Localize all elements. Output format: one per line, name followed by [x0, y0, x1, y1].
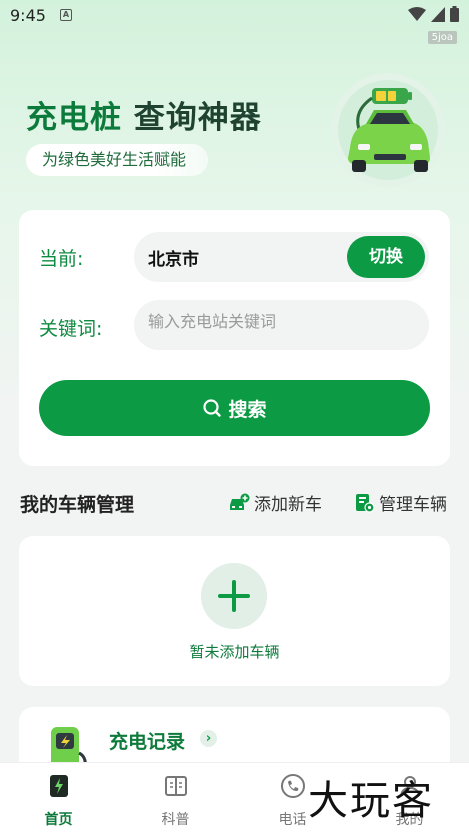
signal-icon — [431, 6, 445, 22]
add-vehicle-label: 添加新车 — [254, 495, 322, 515]
notification-a-icon: A — [60, 9, 72, 21]
keyword-label: 关键词: — [39, 318, 103, 340]
keyword-field — [134, 300, 429, 350]
watermark-logo: 大玩客 — [308, 778, 434, 824]
hero-title-dark: 查询神器 — [133, 100, 262, 136]
status-icons — [408, 6, 459, 22]
add-vehicle-button[interactable]: 添加新车 — [228, 490, 322, 515]
chevron-right-icon: › — [200, 730, 217, 747]
hero-title-green: 充电桩 — [26, 100, 122, 136]
book-icon — [164, 776, 187, 796]
phone-icon — [280, 774, 305, 798]
home-charge-icon — [49, 775, 68, 797]
manage-vehicle-button[interactable]: 管理车辆 — [355, 490, 447, 515]
search-button[interactable]: 搜索 — [39, 380, 430, 436]
add-car-icon — [230, 493, 250, 510]
search-button-label: 搜索 — [228, 398, 267, 421]
vehicle-section-title: 我的车辆管理 — [20, 494, 135, 516]
tab-home-label: 首页 — [44, 812, 73, 828]
hero-title: 充电桩 查询神器 — [26, 92, 262, 137]
tab-science[interactable]: 科普 — [117, 773, 234, 829]
status-time: 9:45 — [10, 6, 46, 25]
keyword-input[interactable] — [148, 312, 408, 331]
wifi-icon — [408, 6, 426, 21]
manage-car-icon — [356, 493, 375, 513]
vehicle-card: 暂未添加车辆 — [19, 536, 450, 686]
manage-vehicle-label: 管理车辆 — [379, 495, 447, 515]
ev-car-illustration — [331, 73, 445, 187]
no-vehicle-label: 暂未添加车辆 — [189, 643, 280, 661]
current-city-value: 北京市 — [148, 250, 199, 270]
corner-tag: 5joa — [427, 31, 457, 44]
tab-home[interactable]: 首页 — [0, 773, 117, 829]
hero-subtitle: 为绿色美好生活赋能 — [26, 144, 209, 176]
current-city-label: 当前: — [39, 248, 84, 270]
city-field: 北京市 切换 — [134, 232, 429, 282]
search-icon — [203, 399, 222, 417]
battery-icon — [450, 6, 459, 22]
add-vehicle-plus-button[interactable] — [201, 563, 267, 629]
charging-record-title: 充电记录 — [109, 731, 186, 753]
switch-city-button[interactable]: 切换 — [347, 236, 425, 278]
search-card: 当前: 北京市 切换 关键词: 搜索 — [19, 210, 450, 466]
status-bar: 9:45 A — [0, 0, 469, 30]
tab-science-label: 科普 — [161, 812, 190, 828]
